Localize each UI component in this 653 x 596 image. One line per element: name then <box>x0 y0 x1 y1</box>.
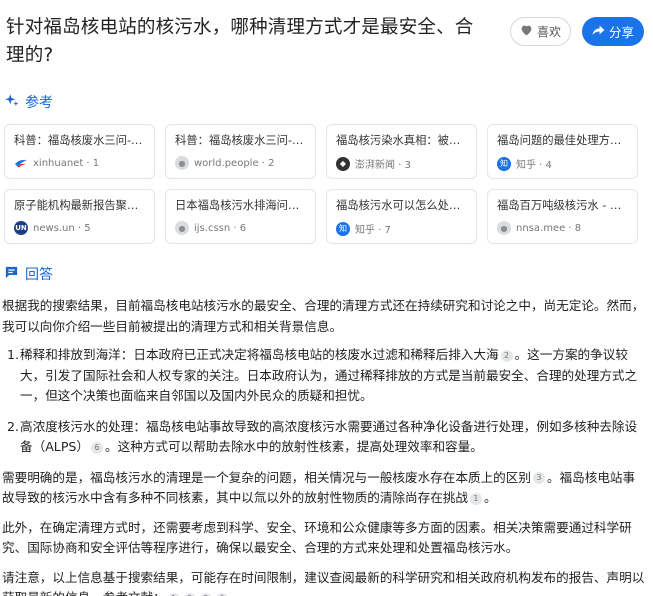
reference-card[interactable]: 科普：福岛核废水三问--国... ● world.people · 2 <box>165 124 316 179</box>
reference-card[interactable]: 日本福岛核污水排海问题... ● ijs.cssn · 6 <box>165 189 316 244</box>
answer-heading-label: 回答 <box>25 267 53 283</box>
answer-intro: 根据我的搜索结果，目前福岛核电站核污水的最安全、合理的清理方式还在持续研究和讨论… <box>2 298 645 334</box>
reference-title: 福岛核污水可以怎么处理... <box>336 199 467 212</box>
reference-card[interactable]: 福岛核污水可以怎么处理... 知 知乎 · 7 <box>326 189 477 244</box>
list-text: 。这种方式可以帮助去除水中的放射性核素，提高处理效率和容量。 <box>105 439 483 454</box>
paragraph-text: 。 <box>483 490 497 505</box>
reference-source: xinhuanet · 1 <box>33 157 100 169</box>
chat-bubble-icon <box>4 265 19 284</box>
like-button[interactable]: 喜欢 <box>510 17 571 46</box>
share-label: 分享 <box>608 25 634 40</box>
reference-title: 福岛百万吨级核污水 - Mee <box>497 199 628 212</box>
paragraph-text: 请注意，以上信息基于搜索结果，可能存在时间限制，建议查阅最新的科学研究和相关政府… <box>2 569 645 596</box>
heart-icon <box>520 24 533 39</box>
un-icon: UN <box>14 221 28 235</box>
reference-source: 知乎 · 7 <box>355 225 391 236</box>
citation-badge[interactable]: 2 <box>183 592 196 596</box>
reference-card[interactable]: 福岛百万吨级核污水 - Mee ● nnsa.mee · 8 <box>487 189 638 244</box>
answer-paragraph: 此外，在确定清理方式时，还需要考虑到科学、安全、环境和公众健康等多方面的因素。相… <box>2 519 632 556</box>
reference-card[interactable]: 科普：福岛核废水三问-新... xinhuanet · 1 <box>4 124 155 179</box>
generic-site-icon: ● <box>175 221 189 235</box>
answer-paragraph: 需要明确的是，福岛核污水的清理是一个复杂的问题，相关情况与一般核废水存在本质上的… <box>2 468 647 509</box>
reference-title: 福岛核污染水真相：被污... <box>336 134 467 147</box>
reference-title: 科普：福岛核废水三问-新... <box>14 134 145 147</box>
xinhuanet-icon <box>14 156 28 170</box>
zhihu-icon: 知 <box>497 156 511 171</box>
citation-badge[interactable]: 1 <box>167 592 180 596</box>
answer-body: 根据我的搜索结果，目前福岛核电站核污水的最安全、合理的清理方式还在持续研究和讨论… <box>2 296 647 596</box>
answer-list: 1. 稀释和排放到海洋：日本政府已正式决定将福岛核电站的核废水过滤和稀释后排入大… <box>2 345 647 458</box>
thepaper-icon: ◆ <box>336 156 350 171</box>
list-text: 稀释和排放到海洋：日本政府已正式决定将福岛核电站的核废水过滤和稀释后排入大海 <box>20 347 499 362</box>
reference-source: 知乎 · 4 <box>516 160 552 171</box>
references-heading-label: 参考 <box>25 95 53 111</box>
citation-badge[interactable]: 6 <box>91 441 104 454</box>
citation-badge[interactable]: 3 <box>199 592 212 596</box>
zhihu-icon: 知 <box>336 221 350 236</box>
references-heading: 参考 <box>4 92 53 112</box>
list-number: 2. <box>7 418 20 434</box>
share-button[interactable]: 分享 <box>582 17 644 46</box>
reference-card[interactable]: 福岛核污染水真相：被污... ◆ 澎湃新闻 · 3 <box>326 124 477 179</box>
reference-source: world.people · 2 <box>194 157 275 169</box>
reference-source: ijs.cssn · 6 <box>194 222 247 234</box>
citation-badge[interactable]: 6 <box>215 592 228 596</box>
question-title: 针对福岛核电站的核污水，哪种清理方式才是最安全、合理的? <box>6 17 474 66</box>
reference-card[interactable]: 原子能机构最新报告聚焦... UN news.un · 5 <box>4 189 155 244</box>
reference-card[interactable]: 福岛问题的最佳处理方案到... 知 知乎 · 4 <box>487 124 638 179</box>
generic-site-icon: ● <box>175 156 189 170</box>
citation-badge[interactable]: 1 <box>469 492 482 505</box>
reference-source: nnsa.mee · 8 <box>516 222 582 234</box>
sparkle-icon <box>4 93 19 112</box>
like-label: 喜欢 <box>536 25 561 39</box>
share-arrow-icon <box>592 24 605 39</box>
paragraph-text: 需要明确的是，福岛核污水的清理是一个复杂的问题，相关情况与一般核废水存在本质上的… <box>2 469 531 485</box>
reference-title: 日本福岛核污水排海问题... <box>175 199 306 212</box>
reference-title: 原子能机构最新报告聚焦... <box>14 199 145 212</box>
answer-list-item: 2. 高浓度核污水的处理：福岛核电站事故导致的高浓度核污水需要通过各种净化设备进… <box>2 417 647 458</box>
question-header: 针对福岛核电站的核污水，哪种清理方式才是最安全、合理的? <box>6 14 486 70</box>
reference-source: news.un · 5 <box>33 222 91 234</box>
reference-source: 澎湃新闻 · 3 <box>355 160 411 171</box>
citation-badge[interactable]: 3 <box>532 472 545 484</box>
answer-heading: 回答 <box>4 264 53 284</box>
answer-paragraph: 请注意，以上信息基于搜索结果，可能存在时间限制，建议查阅最新的科学研究和相关政府… <box>2 568 647 596</box>
references-grid: 科普：福岛核废水三问-新... xinhuanet · 1 科普：福岛核废水三问… <box>4 124 645 244</box>
reference-title: 科普：福岛核废水三问--国... <box>175 134 306 147</box>
list-number: 1. <box>7 347 20 362</box>
reference-title: 福岛问题的最佳处理方案到... <box>497 134 628 147</box>
generic-site-icon: ● <box>497 221 511 235</box>
answer-list-item: 1. 稀释和排放到海洋：日本政府已正式决定将福岛核电站的核废水过滤和稀释后排入大… <box>2 345 647 407</box>
citation-badge[interactable]: 2 <box>500 349 513 362</box>
